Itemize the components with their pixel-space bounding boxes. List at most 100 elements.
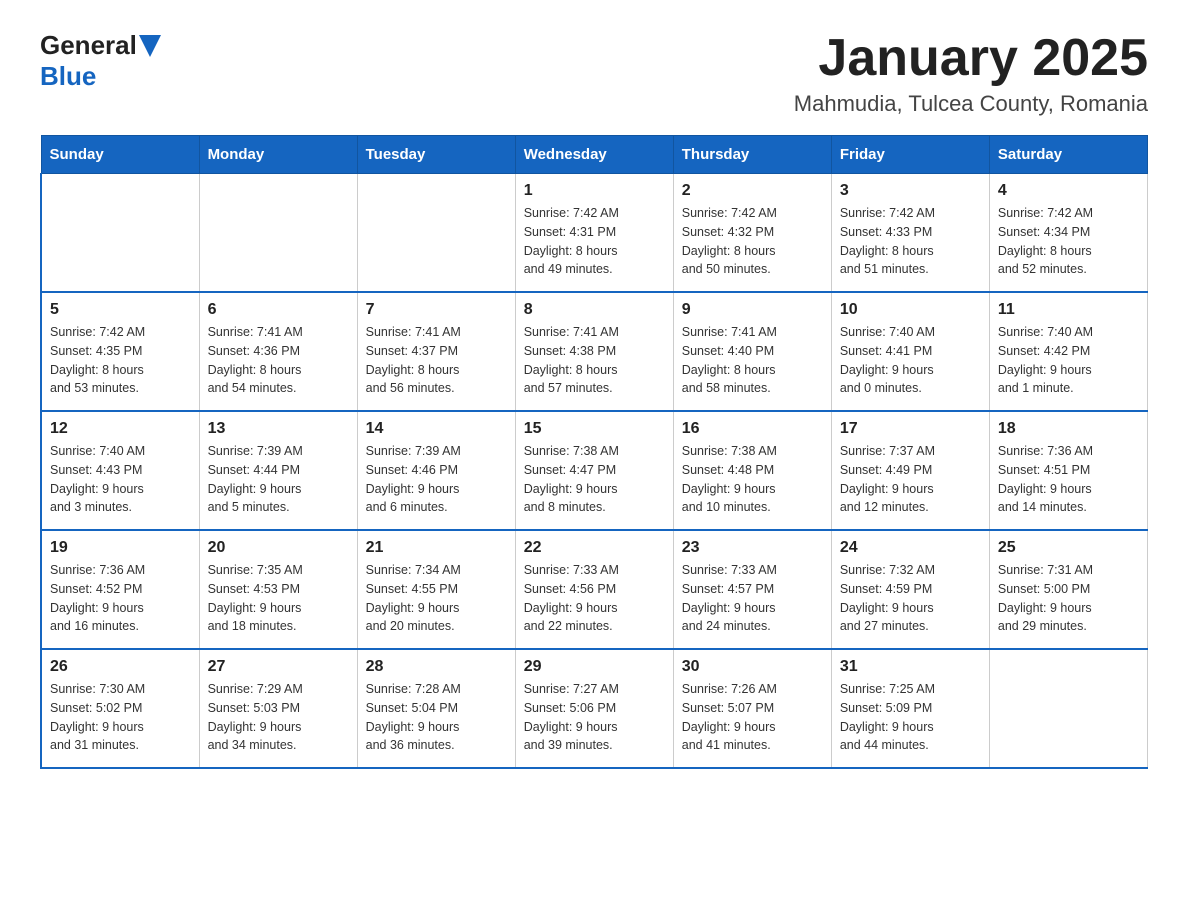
day-number: 8 — [524, 301, 665, 319]
day-number: 12 — [50, 420, 191, 438]
calendar-cell: 29 Sunrise: 7:27 AM Sunset: 5:06 PM Dayli… — [515, 649, 673, 768]
day-number: 18 — [998, 420, 1139, 438]
day-info: Sunrise: 7:38 AM Sunset: 4:47 PM Dayligh… — [524, 442, 665, 517]
day-number: 23 — [682, 539, 823, 557]
day-info: Sunrise: 7:38 AM Sunset: 4:48 PM Dayligh… — [682, 442, 823, 517]
calendar-cell: 31Sunrise: 7:25 AM Sunset: 5:09 PM Dayli… — [831, 649, 989, 768]
calendar-cell: 22 Sunrise: 7:33 AM Sunset: 4:56 PM Dayli… — [515, 530, 673, 649]
day-info: Sunrise: 7:35 AM Sunset: 4:53 PM Dayligh… — [208, 561, 349, 636]
calendar-cell: 27 Sunrise: 7:29 AM Sunset: 5:03 PM Dayli… — [199, 649, 357, 768]
day-info: Sunrise: 7:36 AM Sunset: 4:52 PM Dayligh… — [50, 561, 191, 636]
day-info: Sunrise: 7:39 AM Sunset: 4:44 PM Dayligh… — [208, 442, 349, 517]
day-number: 2 — [682, 182, 823, 200]
calendar-cell: 9 Sunrise: 7:41 AM Sunset: 4:40 PM Daylig… — [673, 292, 831, 411]
logo: General Blue — [40, 30, 161, 92]
day-info: Sunrise: 7:41 AM Sunset: 4:40 PM Dayligh… — [682, 323, 823, 398]
day-info: Sunrise: 7:39 AM Sunset: 4:46 PM Dayligh… — [366, 442, 507, 517]
calendar-cell: 18 Sunrise: 7:36 AM Sunset: 4:51 PM Dayli… — [989, 411, 1147, 530]
calendar-cell: 11 Sunrise: 7:40 AM Sunset: 4:42 PM Dayli… — [989, 292, 1147, 411]
day-info: Sunrise: 7:32 AM Sunset: 4:59 PM Dayligh… — [840, 561, 981, 636]
day-number: 17 — [840, 420, 981, 438]
calendar-cell: 26 Sunrise: 7:30 AM Sunset: 5:02 PM Dayli… — [41, 649, 199, 768]
day-info: Sunrise: 7:41 AM Sunset: 4:36 PM Dayligh… — [208, 323, 349, 398]
day-number: 9 — [682, 301, 823, 319]
calendar-cell: 17 Sunrise: 7:37 AM Sunset: 4:49 PM Dayli… — [831, 411, 989, 530]
calendar-cell: 19 Sunrise: 7:36 AM Sunset: 4:52 PM Dayli… — [41, 530, 199, 649]
day-info: Sunrise: 7:37 AM Sunset: 4:49 PM Dayligh… — [840, 442, 981, 517]
calendar-cell: 6Sunrise: 7:41 AM Sunset: 4:36 PM Daylig… — [199, 292, 357, 411]
day-info: Sunrise: 7:41 AM Sunset: 4:37 PM Dayligh… — [366, 323, 507, 398]
weekday-header-thursday: Thursday — [673, 136, 831, 174]
day-number: 26 — [50, 658, 191, 676]
calendar-cell: 25 Sunrise: 7:31 AM Sunset: 5:00 PM Dayli… — [989, 530, 1147, 649]
calendar-cell: 4Sunrise: 7:42 AM Sunset: 4:34 PM Daylig… — [989, 174, 1147, 293]
day-info: Sunrise: 7:26 AM Sunset: 5:07 PM Dayligh… — [682, 680, 823, 755]
calendar-cell: 20 Sunrise: 7:35 AM Sunset: 4:53 PM Dayli… — [199, 530, 357, 649]
calendar-cell: 14Sunrise: 7:39 AM Sunset: 4:46 PM Dayli… — [357, 411, 515, 530]
day-info: Sunrise: 7:33 AM Sunset: 4:57 PM Dayligh… — [682, 561, 823, 636]
day-number: 29 — [524, 658, 665, 676]
day-number: 24 — [840, 539, 981, 557]
day-number: 25 — [998, 539, 1139, 557]
day-number: 7 — [366, 301, 507, 319]
calendar-cell — [41, 174, 199, 293]
calendar-cell: 15 Sunrise: 7:38 AM Sunset: 4:47 PM Dayli… — [515, 411, 673, 530]
calendar-cell: 8Sunrise: 7:41 AM Sunset: 4:38 PM Daylig… — [515, 292, 673, 411]
calendar-week-row: 12 Sunrise: 7:40 AM Sunset: 4:43 PM Dayli… — [41, 411, 1148, 530]
logo-triangle-icon — [139, 35, 161, 57]
calendar-cell: 2 Sunrise: 7:42 AM Sunset: 4:32 PM Daylig… — [673, 174, 831, 293]
day-number: 15 — [524, 420, 665, 438]
day-number: 30 — [682, 658, 823, 676]
day-number: 1 — [524, 182, 665, 200]
day-info: Sunrise: 7:34 AM Sunset: 4:55 PM Dayligh… — [366, 561, 507, 636]
day-info: Sunrise: 7:29 AM Sunset: 5:03 PM Dayligh… — [208, 680, 349, 755]
day-info: Sunrise: 7:31 AM Sunset: 5:00 PM Dayligh… — [998, 561, 1139, 636]
calendar-week-row: 26 Sunrise: 7:30 AM Sunset: 5:02 PM Dayli… — [41, 649, 1148, 768]
weekday-header-tuesday: Tuesday — [357, 136, 515, 174]
calendar-cell: 3Sunrise: 7:42 AM Sunset: 4:33 PM Daylig… — [831, 174, 989, 293]
calendar-cell — [199, 174, 357, 293]
calendar-week-row: 19 Sunrise: 7:36 AM Sunset: 4:52 PM Dayli… — [41, 530, 1148, 649]
day-info: Sunrise: 7:33 AM Sunset: 4:56 PM Dayligh… — [524, 561, 665, 636]
calendar-cell — [989, 649, 1147, 768]
day-info: Sunrise: 7:25 AM Sunset: 5:09 PM Dayligh… — [840, 680, 981, 755]
day-info: Sunrise: 7:42 AM Sunset: 4:33 PM Dayligh… — [840, 204, 981, 279]
weekday-header-sunday: Sunday — [41, 136, 199, 174]
calendar-week-row: 5Sunrise: 7:42 AM Sunset: 4:35 PM Daylig… — [41, 292, 1148, 411]
day-info: Sunrise: 7:42 AM Sunset: 4:35 PM Dayligh… — [50, 323, 191, 398]
day-number: 21 — [366, 539, 507, 557]
day-info: Sunrise: 7:27 AM Sunset: 5:06 PM Dayligh… — [524, 680, 665, 755]
weekday-header-saturday: Saturday — [989, 136, 1147, 174]
calendar-cell — [357, 174, 515, 293]
weekday-header-friday: Friday — [831, 136, 989, 174]
calendar-cell: 21 Sunrise: 7:34 AM Sunset: 4:55 PM Dayli… — [357, 530, 515, 649]
page-header: General Blue January 2025 Mahmudia, Tulc… — [40, 30, 1148, 117]
day-info: Sunrise: 7:30 AM Sunset: 5:02 PM Dayligh… — [50, 680, 191, 755]
calendar-table: SundayMondayTuesdayWednesdayThursdayFrid… — [40, 135, 1148, 769]
day-number: 22 — [524, 539, 665, 557]
day-number: 10 — [840, 301, 981, 319]
calendar-subtitle: Mahmudia, Tulcea County, Romania — [794, 91, 1148, 117]
logo-general-text: General — [40, 30, 137, 61]
day-info: Sunrise: 7:36 AM Sunset: 4:51 PM Dayligh… — [998, 442, 1139, 517]
day-number: 27 — [208, 658, 349, 676]
day-info: Sunrise: 7:42 AM Sunset: 4:32 PM Dayligh… — [682, 204, 823, 279]
day-number: 20 — [208, 539, 349, 557]
calendar-cell: 16Sunrise: 7:38 AM Sunset: 4:48 PM Dayli… — [673, 411, 831, 530]
calendar-cell: 10Sunrise: 7:40 AM Sunset: 4:41 PM Dayli… — [831, 292, 989, 411]
calendar-cell: 30 Sunrise: 7:26 AM Sunset: 5:07 PM Dayli… — [673, 649, 831, 768]
calendar-cell: 12 Sunrise: 7:40 AM Sunset: 4:43 PM Dayli… — [41, 411, 199, 530]
day-info: Sunrise: 7:40 AM Sunset: 4:43 PM Dayligh… — [50, 442, 191, 517]
calendar-cell: 7 Sunrise: 7:41 AM Sunset: 4:37 PM Daylig… — [357, 292, 515, 411]
weekday-header-monday: Monday — [199, 136, 357, 174]
day-number: 13 — [208, 420, 349, 438]
logo-blue-text: Blue — [40, 61, 96, 91]
calendar-cell: 13 Sunrise: 7:39 AM Sunset: 4:44 PM Dayli… — [199, 411, 357, 530]
day-info: Sunrise: 7:42 AM Sunset: 4:31 PM Dayligh… — [524, 204, 665, 279]
day-number: 11 — [998, 301, 1139, 319]
calendar-cell: 5Sunrise: 7:42 AM Sunset: 4:35 PM Daylig… — [41, 292, 199, 411]
day-info: Sunrise: 7:40 AM Sunset: 4:42 PM Dayligh… — [998, 323, 1139, 398]
day-number: 19 — [50, 539, 191, 557]
day-number: 28 — [366, 658, 507, 676]
day-number: 4 — [998, 182, 1139, 200]
